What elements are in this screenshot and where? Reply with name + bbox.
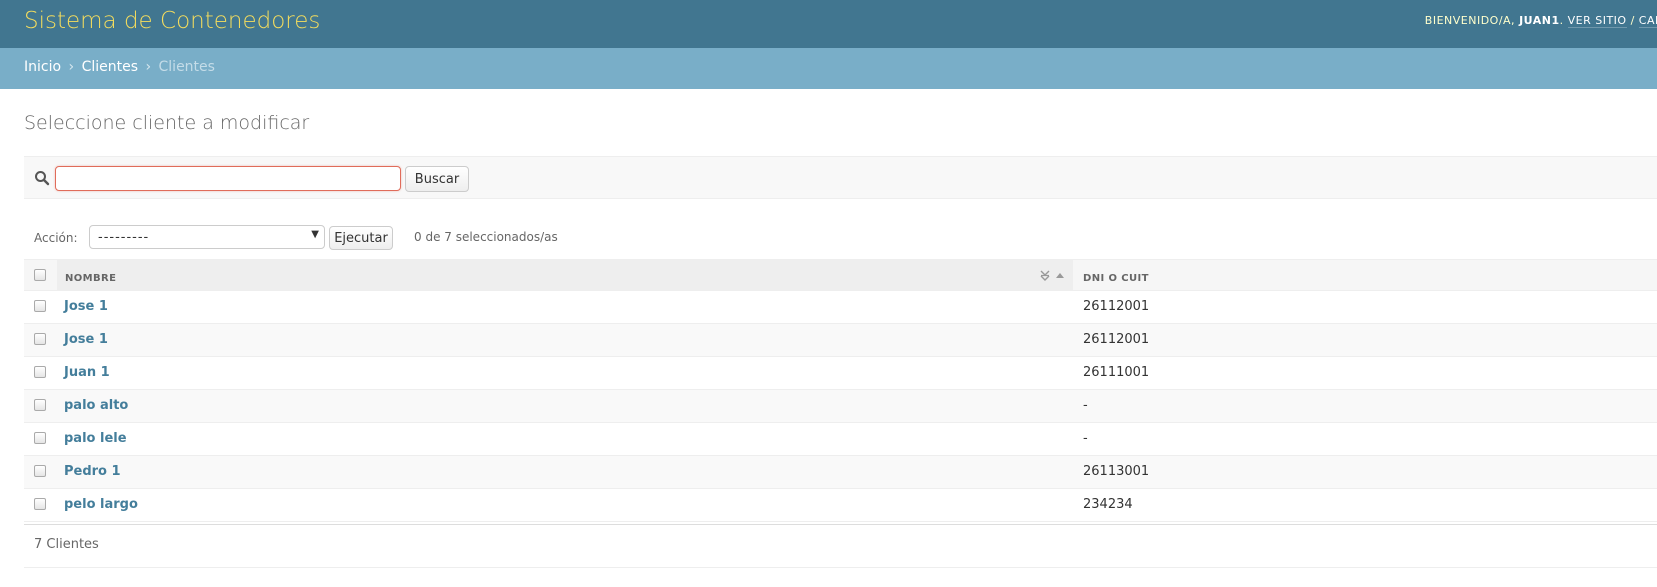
client-dni: 26113001: [1083, 464, 1150, 479]
column-header-label: DNI o CUIT: [1083, 273, 1149, 284]
search-button[interactable]: Buscar: [405, 166, 469, 192]
client-name-link[interactable]: Juan 1: [64, 365, 110, 380]
client-name-link[interactable]: palo lele: [64, 431, 127, 446]
table-row: Jose 1 26112001: [24, 324, 1657, 357]
row-checkbox[interactable]: [34, 333, 46, 345]
execute-button[interactable]: Ejecutar: [329, 226, 393, 250]
sort-toggle-icon[interactable]: [1039, 269, 1067, 283]
breadcrumb: Inicio › Clientes › Clientes: [0, 48, 1657, 89]
change-password-link[interactable]: Cam: [1638, 14, 1657, 28]
user-tools-separator: /: [1626, 14, 1639, 27]
row-checkbox[interactable]: [34, 300, 46, 312]
client-name-link[interactable]: Pedro 1: [64, 464, 121, 479]
header: Sistema de Contenedores Bienvenido/a, ju…: [0, 0, 1657, 48]
row-checkbox[interactable]: [34, 465, 46, 477]
client-dni: 234234: [1083, 497, 1133, 512]
chevron-down-icon: ▼: [311, 229, 319, 240]
search-toolbar: Buscar: [24, 156, 1657, 199]
actions-bar: Acción: --------- ▼ Ejecutar 0 de 7 sele…: [24, 225, 1657, 257]
table-row: Pedro 1 26113001: [24, 456, 1657, 489]
table-row: palo lele -: [24, 423, 1657, 456]
table-row: Juan 1 26111001: [24, 357, 1657, 390]
action-select[interactable]: --------- ▼: [89, 225, 325, 249]
column-header-label: Nombre: [65, 273, 117, 284]
breadcrumb-current: Clientes: [158, 59, 215, 75]
row-checkbox[interactable]: [34, 366, 46, 378]
row-checkbox[interactable]: [34, 432, 46, 444]
breadcrumb-separator: ›: [68, 59, 75, 75]
client-dni: 26112001: [1083, 299, 1150, 314]
client-dni: 26112001: [1083, 332, 1150, 347]
table-row: Jose 1 26112001: [24, 291, 1657, 324]
breadcrumb-separator: ›: [145, 59, 152, 75]
username: juan1: [1519, 14, 1560, 27]
breadcrumb-app[interactable]: Clientes: [82, 59, 138, 75]
result-table: Nombre DNI o CUIT Jose 1 26112001 Jose 1…: [24, 259, 1657, 522]
page-title: Seleccione cliente a modificar: [24, 112, 310, 134]
action-label: Acción:: [34, 231, 78, 245]
select-all-checkbox[interactable]: [34, 269, 46, 281]
client-name-link[interactable]: pelo largo: [64, 497, 138, 512]
site-title[interactable]: Sistema de Contenedores: [24, 8, 320, 34]
welcome-text: Bienvenido/a,: [1424, 14, 1516, 27]
table-header: Nombre DNI o CUIT: [24, 259, 1657, 291]
breadcrumb-home[interactable]: Inicio: [24, 59, 61, 75]
action-select-value: ---------: [98, 230, 150, 245]
client-name-link[interactable]: palo alto: [64, 398, 128, 413]
client-name-link[interactable]: Jose 1: [64, 299, 108, 314]
table-row: palo alto -: [24, 390, 1657, 423]
paginator: 7 Clientes: [24, 524, 1657, 568]
column-header-dni[interactable]: DNI o CUIT: [1074, 260, 1158, 291]
client-dni: -: [1083, 398, 1088, 413]
column-header-nombre[interactable]: Nombre: [57, 260, 1073, 291]
selected-counter: 0 de 7 seleccionados/as: [414, 230, 558, 244]
client-name-link[interactable]: Jose 1: [64, 332, 108, 347]
client-dni: -: [1083, 431, 1088, 446]
view-site-link[interactable]: Ver sitio: [1567, 14, 1627, 28]
user-tools: Bienvenido/a, juan1. Ver sitio / Cam: [1424, 14, 1657, 28]
search-icon: [34, 170, 50, 186]
row-checkbox[interactable]: [34, 498, 46, 510]
row-checkbox[interactable]: [34, 399, 46, 411]
table-row: pelo largo 234234: [24, 489, 1657, 522]
search-input[interactable]: [55, 166, 401, 191]
client-dni: 26111001: [1083, 365, 1150, 380]
